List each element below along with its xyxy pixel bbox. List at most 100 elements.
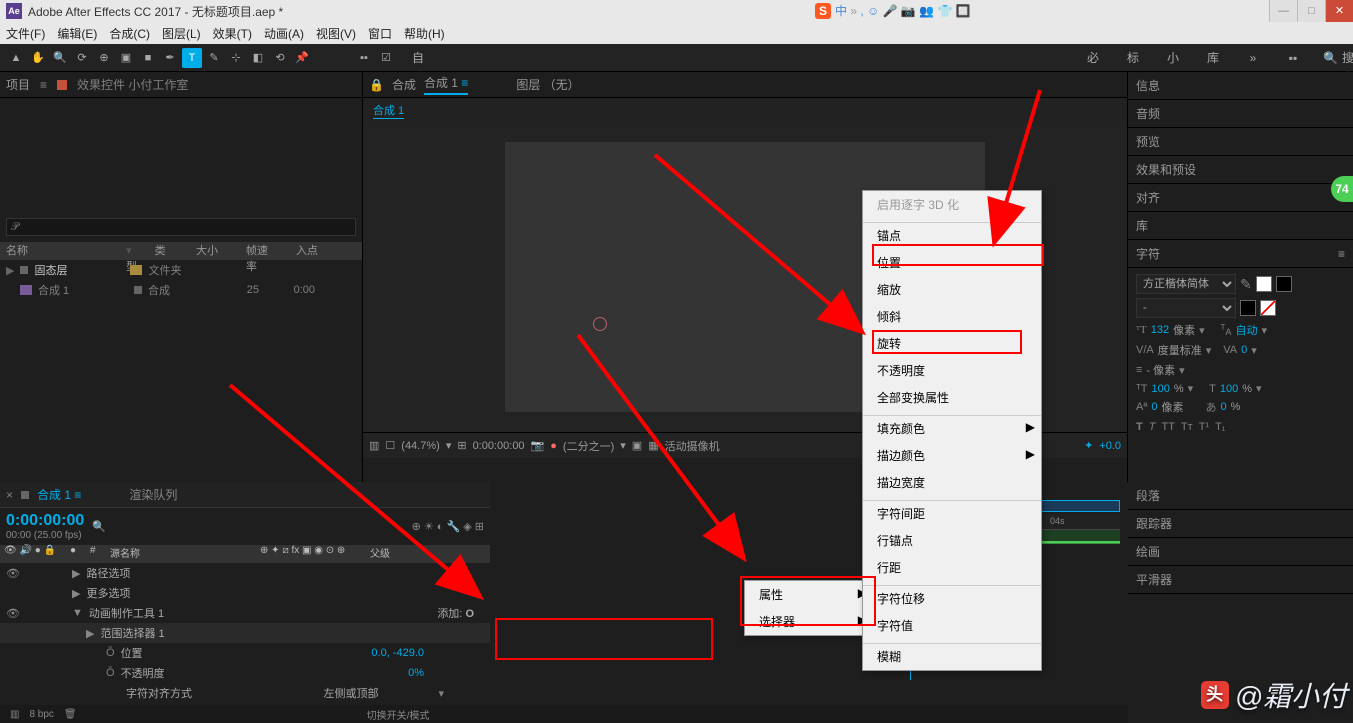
lock-icon[interactable]: 🔒 [369, 78, 384, 92]
snapshot-icon[interactable]: 📷 [531, 439, 545, 452]
prop-position[interactable]: Ŏ 位置 0.0, -429.0 [0, 643, 490, 663]
grid-icon[interactable]: ☐ [385, 439, 395, 452]
zoom-tool-icon[interactable]: 🔍 [50, 48, 70, 68]
bold-button[interactable]: T [1136, 421, 1143, 433]
submenu-property[interactable]: 属性▶ [745, 581, 873, 608]
current-time[interactable]: 0:00:00:00 [6, 512, 84, 530]
presets-panel[interactable]: 效果和预设 [1128, 156, 1353, 184]
ws-essential[interactable]: 必要项 ≡ [1083, 48, 1103, 68]
fx-controls-tab[interactable]: 效果控件 小付工作室 [77, 76, 188, 93]
text-tool-icon[interactable]: T [182, 48, 202, 68]
prop-char-align[interactable]: 字符对齐方式 左侧或顶部▾ [0, 683, 490, 703]
layer-path-options[interactable]: 👁▶ 路径选项 [0, 563, 490, 583]
superscript-button[interactable]: T¹ [1199, 421, 1209, 433]
hand-tool-icon[interactable]: ✋ [28, 48, 48, 68]
menu-stroke-color[interactable]: 描边颜色▶ [863, 442, 1041, 469]
anchor-tool-icon[interactable]: ▣ [116, 48, 136, 68]
menu-fill-color[interactable]: 填充颜色▶ [863, 415, 1041, 442]
new-comp-icon[interactable]: ▥ [10, 709, 19, 720]
close-button[interactable]: ✕ [1325, 0, 1353, 22]
library-panel[interactable]: 库 [1128, 212, 1353, 240]
font-family-select[interactable]: 方正楷体简体 [1136, 274, 1236, 294]
stroke-width[interactable]: - 像素 [1146, 362, 1175, 378]
viewer-icon[interactable]: ▥ [369, 439, 379, 452]
ws-more-icon[interactable]: » [1243, 48, 1263, 68]
char-panel-title[interactable]: 字符 [1136, 245, 1160, 262]
col-name[interactable]: 名称 [6, 242, 126, 260]
col-size[interactable]: 大小 [196, 242, 246, 260]
time-value[interactable]: 0:00:00:00 [473, 440, 525, 452]
menu-window[interactable]: 窗口 [368, 25, 392, 42]
smoother-panel[interactable]: 平滑器 [1128, 566, 1353, 594]
menu-position[interactable]: 位置 [863, 249, 1041, 276]
menu-file[interactable]: 文件(F) [6, 25, 45, 42]
guides-icon[interactable]: ▦ [648, 439, 658, 452]
exposure-icon[interactable]: ✦ [1084, 439, 1093, 452]
font-size-value[interactable]: 132 [1151, 324, 1169, 336]
menu-opacity[interactable]: 不透明度 [863, 357, 1041, 384]
menu-char-offset[interactable]: 字符位移 [863, 585, 1041, 612]
layer-more-options[interactable]: ▶ 更多选项 [0, 583, 490, 603]
layer-animator[interactable]: 👁▼ 动画制作工具 1 添加: O [0, 603, 490, 623]
help-search[interactable]: 🔍 搜索帮助 [1323, 48, 1343, 68]
brush-tool-icon[interactable]: ✎ [204, 48, 224, 68]
stroke-placeholder[interactable] [1276, 276, 1292, 292]
align-panel[interactable]: 对齐 [1128, 184, 1353, 212]
ws-small[interactable]: 小屏幕 [1163, 48, 1183, 68]
menu-anchor[interactable]: 锚点 [863, 222, 1041, 249]
menu-char-value[interactable]: 字符值 [863, 612, 1041, 639]
camera-value[interactable]: 活动摄像机 [665, 438, 720, 454]
allcaps-button[interactable]: TT [1161, 421, 1174, 433]
col-in[interactable]: 入点 [296, 242, 338, 260]
menu-line-anchor[interactable]: 行锚点 [863, 527, 1041, 554]
menu-enable-3d[interactable]: 启用逐字 3D 化 [863, 191, 1041, 218]
project-tab[interactable]: 项目 [6, 76, 30, 93]
bpc-toggle[interactable]: 8 bpc [29, 709, 53, 720]
rotate-tool-icon[interactable]: ⟳ [72, 48, 92, 68]
shape-tool-icon[interactable]: ■ [138, 48, 158, 68]
project-row-folder[interactable]: ▶ 固态层 文件夹 [0, 260, 362, 280]
col-parent[interactable]: 父级 [370, 545, 390, 563]
subscript-button[interactable]: T₁ [1215, 421, 1225, 433]
menu-skew[interactable]: 倾斜 [863, 303, 1041, 330]
menu-scale[interactable]: 缩放 [863, 276, 1041, 303]
menu-edit[interactable]: 编辑(E) [57, 25, 97, 42]
menu-blur[interactable]: 模糊 [863, 643, 1041, 670]
opacity-value[interactable]: 0% [408, 667, 424, 679]
stroke-color-swatch[interactable] [1240, 300, 1256, 316]
panel-icon[interactable]: ▪▪ [354, 48, 374, 68]
project-row-comp[interactable]: 合成 1 合成 25 0:00 [0, 280, 362, 300]
menu-effect[interactable]: 效果(T) [213, 25, 252, 42]
menu-help[interactable]: 帮助(H) [404, 25, 445, 42]
pen-tool-icon[interactable]: ✒ [160, 48, 180, 68]
fill-color-swatch[interactable] [1256, 276, 1272, 292]
channel-icon[interactable]: ● [550, 440, 557, 452]
region-icon[interactable]: ▣ [632, 439, 642, 452]
render-queue-tab[interactable]: 渲染队列 [129, 486, 177, 503]
delete-icon[interactable]: 🗑 [64, 709, 77, 720]
audio-panel[interactable]: 音频 [1128, 100, 1353, 128]
auto-open-checkbox[interactable]: ☑ [376, 48, 396, 68]
menu-line-spacing[interactable]: 行距 [863, 554, 1041, 581]
submenu-selector[interactable]: 选择器▶ [745, 608, 873, 635]
ws-lib[interactable]: 库 [1203, 48, 1223, 68]
menu-stroke-width[interactable]: 描边宽度 [863, 469, 1041, 496]
paragraph-panel[interactable]: 段落 [1128, 482, 1353, 510]
comp-breadcrumb[interactable]: 合成 1 [373, 102, 404, 119]
info-panel[interactable]: 信息 [1128, 72, 1353, 100]
kerning-value[interactable]: 度量标准 [1158, 342, 1202, 358]
layer-range-selector[interactable]: ▶ 范围选择器 1 [0, 623, 490, 643]
switch-modes[interactable]: 切换开关/模式 [367, 707, 430, 722]
eraser-tool-icon[interactable]: ◧ [248, 48, 268, 68]
ws-standard[interactable]: 标准 [1123, 48, 1143, 68]
menu-animation[interactable]: 动画(A) [264, 25, 304, 42]
res-value[interactable]: (二分之一) [563, 438, 614, 454]
menu-comp[interactable]: 合成(C) [109, 25, 150, 42]
tracker-panel[interactable]: 跟踪器 [1128, 510, 1353, 538]
position-value[interactable]: 0.0, -429.0 [371, 647, 424, 659]
col-fps[interactable]: 帧速率 [246, 242, 296, 260]
page-icon[interactable]: ⊞ [457, 439, 466, 452]
menu-view[interactable]: 视图(V) [316, 25, 356, 42]
menu-tracking[interactable]: 字符间距 [863, 500, 1041, 527]
tracking-value[interactable]: 0 [1241, 344, 1247, 356]
